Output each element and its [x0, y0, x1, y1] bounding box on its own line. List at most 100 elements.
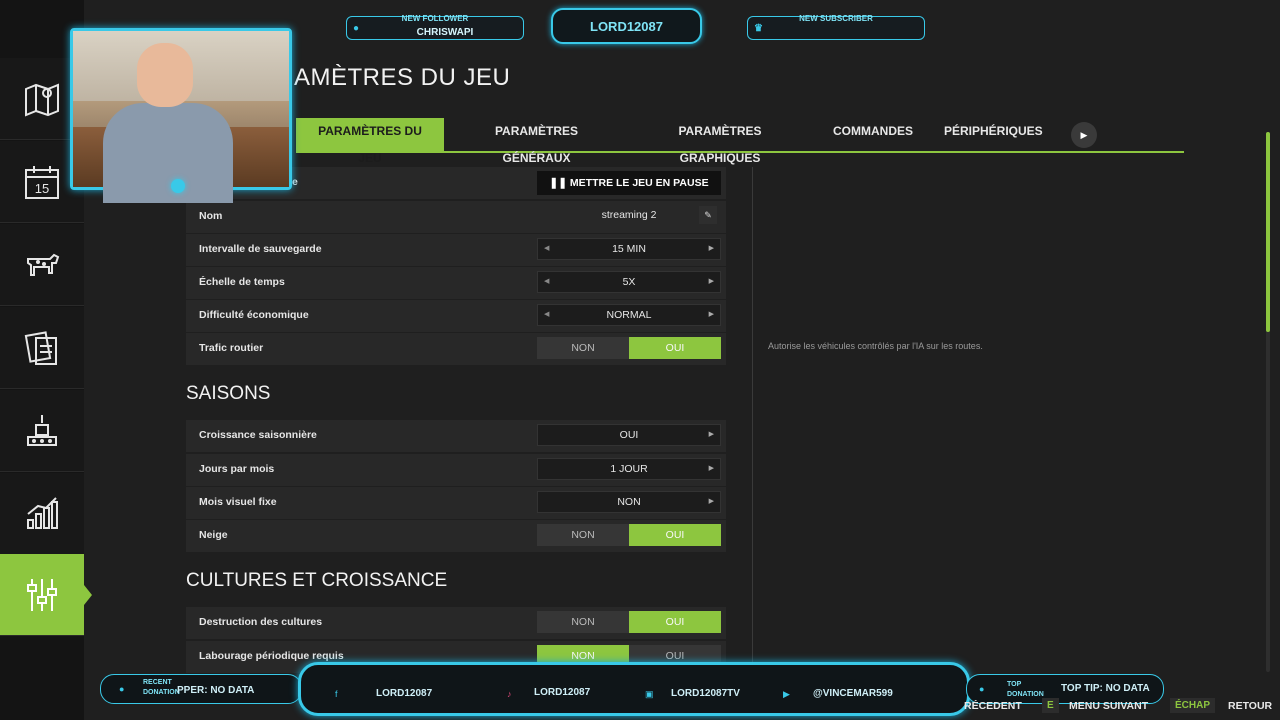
arrow-right-icon[interactable]: ▶: [709, 305, 714, 325]
toggle-off-option[interactable]: NON: [537, 611, 629, 633]
row-label: Difficulté économique: [199, 309, 309, 321]
seasonal-growth-selector[interactable]: OUI ▶: [537, 424, 721, 446]
tab-controls[interactable]: COMMANDES: [819, 118, 923, 151]
hint-back[interactable]: RETOUR: [1228, 700, 1272, 712]
crop-destruction-toggle[interactable]: NON OUI: [537, 611, 721, 633]
arrow-right-icon[interactable]: ▶: [709, 272, 714, 292]
documents-icon: [24, 330, 57, 365]
webcam-feed: [70, 28, 292, 203]
tab-general-settings[interactable]: PARAMÈTRES GÉNÉRAUX: [451, 118, 622, 165]
top-label: TOP: [1007, 681, 1022, 688]
arrow-right-icon[interactable]: ▶: [709, 492, 714, 512]
settings-row-days-per-month: Jours par mois 1 JOUR ▶: [186, 454, 726, 486]
page-title: AMÈTRES DU JEU: [294, 64, 511, 91]
twitch-icon: ▣: [645, 689, 654, 699]
days-per-month-selector[interactable]: 1 JOUR ▶: [537, 458, 721, 480]
settings-row-snow: Neige NON OUI: [186, 520, 726, 552]
cow-icon: [27, 253, 60, 276]
new-subscriber-widget: ♛ NEW SUBSCRIBER: [747, 14, 925, 40]
key-e: E: [1042, 698, 1059, 713]
row-label: Jours par mois: [199, 463, 275, 475]
autosave-interval-selector[interactable]: ◀ 15 MIN ▶: [537, 238, 721, 260]
recent-label: RECENT: [143, 679, 172, 686]
arrow-left-icon[interactable]: ◀: [544, 239, 549, 259]
svg-text:15: 15: [35, 181, 49, 196]
sidebar-item-animals[interactable]: [0, 224, 84, 306]
pause-game-label: METTRE LE JEU EN PAUSE: [569, 177, 709, 189]
column-divider: [752, 167, 753, 667]
sidebar-item-production[interactable]: [0, 390, 84, 472]
key-escape: ÉCHAP: [1170, 698, 1216, 713]
tab-game-settings[interactable]: PARAMÈTRES DU JEU: [296, 118, 444, 165]
new-follower-widget: ● NEW FOLLOWER CHRISWAPI: [346, 14, 524, 40]
sidebar-item-settings[interactable]: [0, 554, 92, 636]
chart-icon: [27, 496, 58, 529]
help-text: Autorise les véhicules contrôlés par l'I…: [768, 341, 983, 351]
row-label: Neige: [199, 529, 228, 541]
toggle-on-option[interactable]: OUI: [629, 611, 721, 633]
row-label: Trafic routier: [199, 342, 264, 354]
recent-donation-widget: ● RECENT DONATION PPER: NO DATA: [100, 674, 302, 704]
hint-previous-menu[interactable]: RÉCEDENT: [964, 700, 1022, 712]
youtube-handle: @VINCEMAR599: [813, 688, 893, 699]
row-label: Destruction des cultures: [199, 616, 323, 628]
sidebar-item-contracts[interactable]: [0, 307, 84, 389]
selector-value: NORMAL: [606, 309, 652, 321]
section-title-crops: CULTURES ET CROISSANCE: [186, 570, 448, 591]
toggle-on-option[interactable]: OUI: [629, 337, 721, 359]
youtube-icon: ▶: [783, 689, 790, 699]
new-follower-name: CHRISWAPI: [416, 27, 474, 38]
selector-value: NON: [617, 496, 641, 508]
tab-peripherals[interactable]: PÉRIPHÉRIQUES: [930, 118, 1048, 151]
toggle-off-option[interactable]: NON: [537, 337, 629, 359]
next-tab-button[interactable]: ▶: [1071, 122, 1097, 148]
savegame-name-field[interactable]: streaming 2 ✎: [537, 205, 721, 227]
scroll-thumb[interactable]: [1266, 132, 1270, 332]
social-links-bar: f LORD12087 ♪ LORD12087 ▣ LORD12087TV ▶ …: [298, 662, 970, 716]
toggle-off-option[interactable]: NON: [537, 524, 629, 546]
tiktok-handle: LORD12087: [534, 687, 591, 698]
hint-next-menu[interactable]: MENU SUIVANT: [1069, 700, 1148, 712]
donation-label: DONATION: [143, 689, 180, 696]
arrow-left-icon[interactable]: ◀: [544, 272, 549, 292]
toggle-on-option[interactable]: OUI: [629, 524, 721, 546]
selector-value: OUI: [619, 429, 639, 441]
settings-row-timescale: Échelle de temps ◀ 5X ▶: [186, 267, 726, 299]
settings-sliders-icon: [27, 578, 57, 611]
streamer-body: [103, 103, 233, 203]
economic-difficulty-selector[interactable]: ◀ NORMAL ▶: [537, 304, 721, 326]
pause-game-button[interactable]: ❚❚ METTRE LE JEU EN PAUSE: [537, 171, 721, 195]
production-icon: [27, 414, 57, 446]
section-title-seasons: SAISONS: [186, 383, 271, 404]
tab-graphics-settings[interactable]: PARAMÈTRES GRAPHIQUES: [629, 118, 811, 165]
channel-name-badge: LORD12087: [551, 8, 702, 44]
pause-icon: ❚❚: [549, 177, 570, 189]
sidebar-item-statistics[interactable]: [0, 473, 84, 555]
arrow-right-icon[interactable]: ▶: [709, 425, 714, 445]
twitch-handle: LORD12087TV: [671, 688, 740, 699]
fixed-visual-month-selector[interactable]: NON ▶: [537, 491, 721, 513]
settings-row-fixed-visual-month: Mois visuel fixe NON ▶: [186, 487, 726, 519]
selector-value: 5X: [622, 276, 636, 288]
donation-icon: ●: [979, 684, 985, 694]
scrollbar[interactable]: [1258, 112, 1280, 682]
savegame-name-value: streaming 2: [601, 209, 657, 221]
settings-row-traffic: Trafic routier NON OUI: [186, 333, 726, 365]
row-label: Échelle de temps: [199, 276, 285, 288]
traffic-toggle[interactable]: NON OUI: [537, 337, 721, 359]
time-scale-selector[interactable]: ◀ 5X ▶: [537, 271, 721, 293]
arrow-right-icon[interactable]: ▶: [709, 459, 714, 479]
play-arrow-icon: ▶: [1080, 130, 1088, 140]
arrow-left-icon[interactable]: ◀: [544, 305, 549, 325]
row-label: e: [292, 176, 298, 188]
row-label: Nom: [199, 210, 223, 222]
calendar-icon: 15: [25, 165, 59, 199]
arrow-right-icon[interactable]: ▶: [709, 239, 714, 259]
settings-row-name: Nom streaming 2 ✎: [186, 201, 726, 233]
webcam-frame-dot: [171, 179, 185, 193]
streamer-figure: [103, 43, 233, 203]
pencil-icon[interactable]: ✎: [699, 206, 717, 224]
snow-toggle[interactable]: NON OUI: [537, 524, 721, 546]
map-icon: [25, 83, 59, 116]
new-subscriber-label: NEW SUBSCRIBER: [799, 14, 873, 23]
